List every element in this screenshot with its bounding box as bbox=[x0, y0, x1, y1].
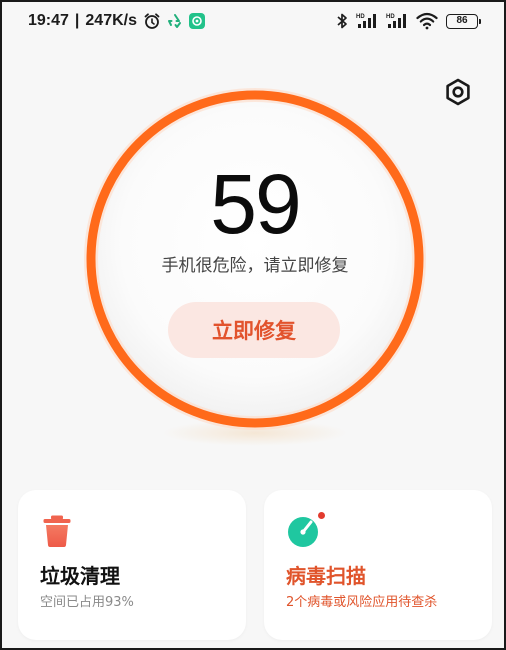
status-left: 19:47 | 247K/s bbox=[28, 12, 205, 30]
status-time: 19:47 bbox=[28, 12, 69, 29]
score-value: 59 bbox=[210, 157, 301, 251]
alert-dot bbox=[318, 512, 325, 519]
app-badge-icon bbox=[189, 13, 205, 29]
status-right: HD HD 86 bbox=[336, 12, 481, 30]
virus-scan-icon bbox=[288, 517, 318, 547]
battery-icon: 86 bbox=[446, 13, 481, 29]
wifi-icon bbox=[416, 12, 438, 30]
app-window: 19:47 | 247K/s HD HD 86 59 手机很危险，请立即修复 立… bbox=[0, 0, 506, 650]
hexagon-settings-icon bbox=[446, 78, 470, 106]
svg-text:HD: HD bbox=[356, 14, 365, 20]
junk-clean-desc: 空间已占用93% bbox=[40, 595, 134, 610]
status-separator: | bbox=[74, 12, 80, 29]
signal-hd-icon: HD bbox=[386, 12, 408, 30]
repair-now-button[interactable]: 立即修复 bbox=[168, 302, 340, 358]
score-subtitle: 手机很危险，请立即修复 bbox=[161, 256, 349, 276]
junk-clean-card[interactable]: 垃圾清理 空间已占用93% bbox=[18, 490, 246, 640]
status-bar: 19:47 | 247K/s HD HD 86 bbox=[2, 2, 504, 40]
settings-button[interactable] bbox=[442, 76, 474, 108]
trash-icon bbox=[43, 515, 71, 547]
junk-clean-title: 垃圾清理 bbox=[40, 564, 120, 588]
alarm-icon bbox=[143, 12, 161, 30]
virus-scan-desc: 2个病毒或风险应用待查杀 bbox=[286, 595, 438, 610]
virus-scan-title: 病毒扫描 bbox=[286, 564, 366, 588]
status-net-speed: 247K/s bbox=[85, 12, 137, 29]
signal-hd-icon: HD bbox=[356, 12, 378, 30]
svg-text:HD: HD bbox=[386, 14, 395, 20]
virus-scan-card[interactable]: 病毒扫描 2个病毒或风险应用待查杀 bbox=[264, 490, 492, 640]
recycle-icon bbox=[167, 13, 183, 29]
bluetooth-icon bbox=[336, 12, 348, 30]
